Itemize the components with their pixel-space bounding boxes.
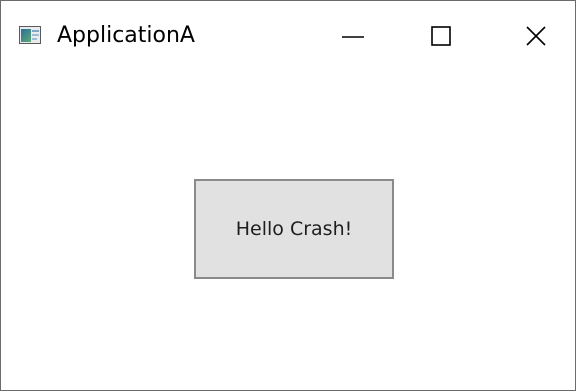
- app-icon-graphic: [21, 29, 31, 42]
- window-content: Hello Crash!: [1, 71, 575, 390]
- application-window: ApplicationA Hello Crash!: [0, 0, 576, 391]
- close-button[interactable]: [513, 1, 559, 71]
- close-icon: [526, 26, 546, 46]
- app-icon-line: [32, 34, 39, 36]
- app-icon-line: [32, 38, 37, 40]
- maximize-icon: [431, 26, 451, 46]
- app-icon-line: [32, 30, 39, 32]
- minimize-button[interactable]: [330, 1, 376, 71]
- window-title: ApplicationA: [57, 23, 195, 48]
- hello-crash-button[interactable]: Hello Crash!: [194, 179, 394, 279]
- application-icon[interactable]: [19, 26, 41, 44]
- title-bar[interactable]: ApplicationA: [1, 1, 575, 71]
- hello-crash-button-label: Hello Crash!: [235, 218, 353, 240]
- maximize-button[interactable]: [418, 1, 464, 71]
- minimize-icon: [342, 36, 364, 38]
